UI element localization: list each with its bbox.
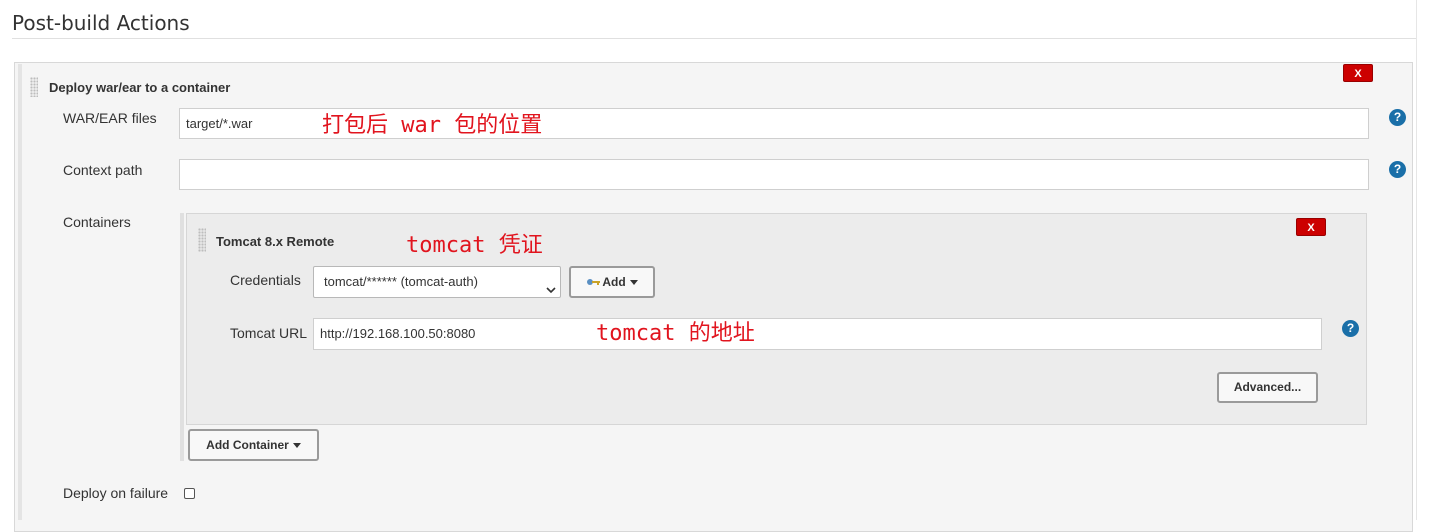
- credentials-value: tomcat/****** (tomcat-auth): [324, 274, 478, 289]
- add-container-button[interactable]: Add Container: [188, 429, 319, 461]
- context-path-input[interactable]: [179, 159, 1369, 190]
- help-icon[interactable]: ?: [1342, 320, 1359, 337]
- url-annotation: tomcat 的地址: [596, 321, 755, 346]
- tomcat-block-title: Tomcat 8.x Remote: [216, 234, 335, 249]
- credentials-annotation: tomcat 凭证: [406, 233, 543, 258]
- right-divider: [1416, 0, 1417, 520]
- tomcat-url-input[interactable]: http://192.168.100.50:8080: [313, 318, 1322, 350]
- war-files-label: WAR/EAR files: [63, 110, 157, 126]
- section-divider: [12, 38, 1416, 39]
- drag-handle-icon[interactable]: [30, 77, 38, 97]
- containers-label: Containers: [63, 214, 131, 230]
- delete-tomcat-button[interactable]: X: [1296, 218, 1326, 236]
- tomcat-url-label: Tomcat URL: [230, 325, 308, 341]
- war-files-annotation: 打包后 war 包的位置: [322, 113, 543, 138]
- section-title: Post-build Actions: [12, 11, 190, 35]
- deploy-on-failure-label: Deploy on failure: [63, 485, 169, 501]
- deploy-on-failure-checkbox[interactable]: [184, 488, 195, 499]
- caret-down-icon: [292, 443, 301, 449]
- caret-down-icon: [629, 280, 638, 286]
- advanced-button[interactable]: Advanced...: [1217, 372, 1318, 403]
- help-icon[interactable]: ?: [1389, 161, 1406, 178]
- credentials-select[interactable]: tomcat/****** (tomcat-auth): [313, 266, 561, 298]
- deploy-block-title: Deploy war/ear to a container: [49, 80, 231, 95]
- delete-deploy-button[interactable]: X: [1343, 64, 1373, 82]
- key-icon: [586, 269, 602, 297]
- chevron-down-icon: [546, 275, 556, 294]
- add-credentials-button[interactable]: Add: [569, 266, 655, 298]
- add-button-label: Add: [602, 275, 626, 289]
- block-drag-bar[interactable]: [18, 64, 22, 520]
- context-path-label: Context path: [63, 162, 143, 178]
- add-container-label: Add Container: [206, 438, 289, 452]
- container-drag-bar[interactable]: [180, 213, 184, 461]
- drag-handle-icon[interactable]: [198, 228, 206, 252]
- credentials-label: Credentials: [230, 272, 301, 288]
- help-icon[interactable]: ?: [1389, 109, 1406, 126]
